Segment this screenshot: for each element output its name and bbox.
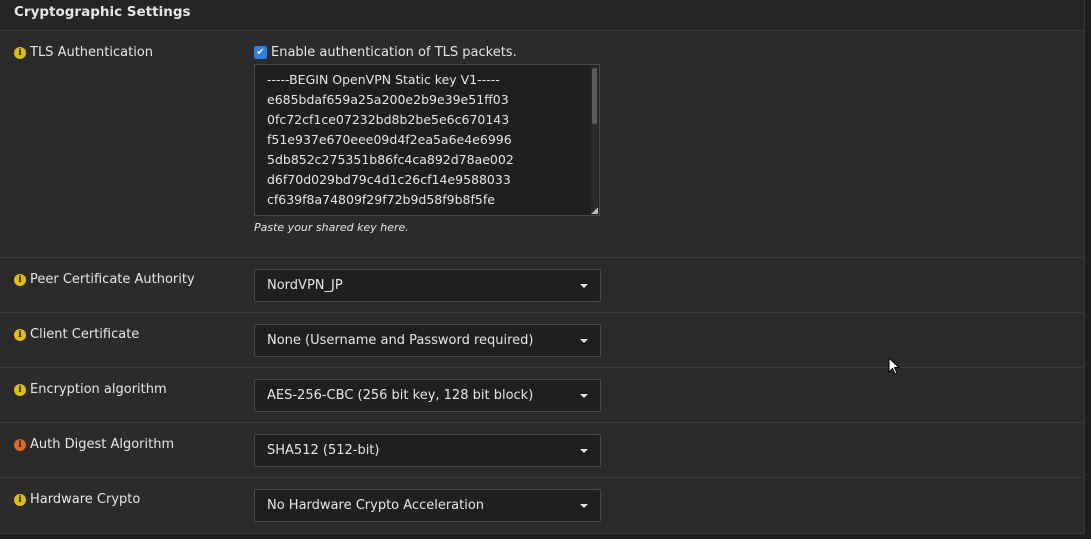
encryption-algorithm-label: Encryption algorithm (30, 382, 167, 397)
info-icon[interactable]: i (14, 328, 26, 341)
chevron-down-icon (580, 284, 588, 288)
client-certificate-select[interactable]: None (Username and Password required) (254, 324, 601, 357)
client-certificate-value: None (Username and Password required) (267, 333, 534, 348)
info-icon[interactable]: i (14, 493, 26, 506)
hardware-crypto-row: i Hardware Crypto No Hardware Crypto Acc… (0, 478, 1084, 533)
tls-checkbox-line: ✔ Enable authentication of TLS packets. (254, 45, 517, 60)
tls-key-line: cf639f8a74809f29f72b9d58f9b8f5fe (267, 192, 495, 207)
tls-key-help-text: Paste your shared key here. (254, 221, 409, 234)
tls-authentication-label-group: i TLS Authentication (14, 45, 153, 60)
info-icon[interactable]: i (14, 273, 26, 286)
tls-checkbox-label[interactable]: Enable authentication of TLS packets. (271, 45, 517, 60)
tls-authentication-label: TLS Authentication (30, 45, 153, 60)
hardware-crypto-value: No Hardware Crypto Acceleration (267, 498, 485, 513)
tls-auth-checkbox[interactable]: ✔ (254, 46, 267, 59)
tls-key-line: 5db852c275351b86fc4ca892d78ae002 (267, 152, 514, 167)
encryption-algorithm-row: i Encryption algorithm AES-256-CBC (256 … (0, 368, 1084, 423)
resize-handle[interactable] (591, 207, 598, 214)
chevron-down-icon (580, 339, 588, 343)
peer-ca-value: NordVPN_JP (267, 278, 343, 293)
hardware-crypto-label-group: i Hardware Crypto (14, 492, 140, 507)
peer-ca-select[interactable]: NordVPN_JP (254, 269, 601, 302)
tls-key-line: e685bdaf659a25a200e2b9e39e51ff03 (267, 92, 509, 107)
tls-key-line: 0fc72cf1ce07232bd8b2be5e6c670143 (267, 112, 510, 127)
chevron-down-icon (580, 449, 588, 453)
textarea-scrollbar[interactable] (591, 66, 598, 214)
info-icon[interactable]: i (14, 383, 26, 396)
section-title: Cryptographic Settings (0, 0, 1084, 31)
scroll-thumb[interactable] (592, 68, 597, 124)
peer-ca-row: i Peer Certificate Authority NordVPN_JP (0, 258, 1084, 313)
hardware-crypto-select[interactable]: No Hardware Crypto Acceleration (254, 489, 601, 522)
cryptographic-settings-panel: Cryptographic Settings i TLS Authenticat… (0, 0, 1085, 534)
encryption-algorithm-label-group: i Encryption algorithm (14, 382, 167, 397)
tls-key-line: d6f70d029bd79c4d1c26cf14e9588033 (267, 172, 511, 187)
tls-key-textarea[interactable]: -----BEGIN OpenVPN Static key V1----- e6… (254, 64, 600, 216)
peer-ca-label: Peer Certificate Authority (30, 272, 195, 287)
client-certificate-label: Client Certificate (30, 327, 140, 342)
client-certificate-row: i Client Certificate None (Username and … (0, 313, 1084, 368)
auth-digest-label: Auth Digest Algorithm (30, 437, 175, 452)
auth-digest-select[interactable]: SHA512 (512-bit) (254, 434, 601, 467)
auth-digest-row: i Auth Digest Algorithm SHA512 (512-bit) (0, 423, 1084, 478)
auth-digest-label-group: i Auth Digest Algorithm (14, 437, 174, 452)
info-icon[interactable]: i (14, 438, 26, 451)
client-certificate-label-group: i Client Certificate (14, 327, 139, 342)
mouse-cursor-icon (888, 357, 900, 375)
peer-ca-label-group: i Peer Certificate Authority (14, 272, 195, 287)
auth-digest-value: SHA512 (512-bit) (267, 443, 380, 458)
chevron-down-icon (580, 394, 588, 398)
info-icon[interactable]: i (14, 46, 26, 59)
encryption-algorithm-value: AES-256-CBC (256 bit key, 128 bit block) (267, 388, 534, 403)
chevron-down-icon (580, 504, 588, 508)
hardware-crypto-label: Hardware Crypto (30, 492, 141, 507)
encryption-algorithm-select[interactable]: AES-256-CBC (256 bit key, 128 bit block) (254, 379, 601, 412)
tls-key-line: -----BEGIN OpenVPN Static key V1----- (267, 72, 500, 87)
tls-authentication-row: i TLS Authentication ✔ Enable authentica… (0, 31, 1084, 258)
tls-key-line: f51e937e670eee09d4f2ea5a6e4e6996 (267, 132, 512, 147)
